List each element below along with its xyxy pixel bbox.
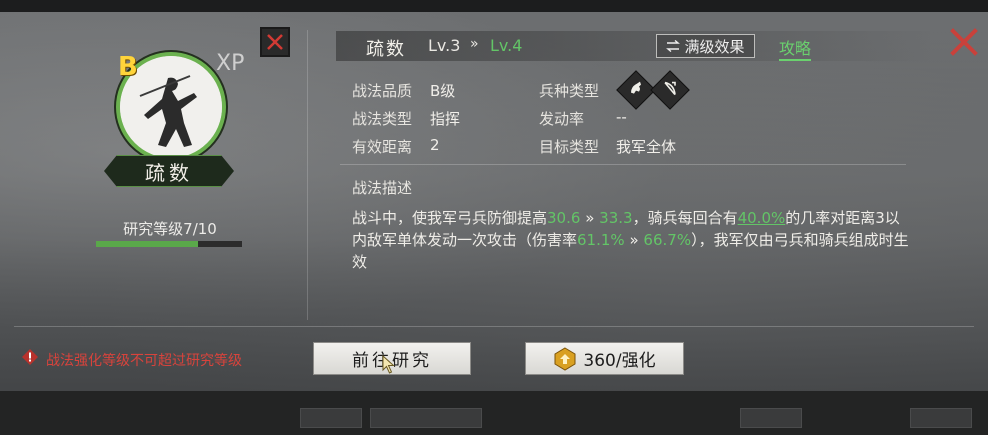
level-next: Lv.4 [490, 36, 523, 55]
description-text: 战斗中，使我军弓兵防御提高30.6 » 33.3，骑兵每回合有40.0%的几率对… [352, 207, 912, 273]
enhance-icon [554, 346, 576, 371]
desc-value: 33.3 [599, 209, 633, 227]
desc-value: 66.7% [643, 231, 692, 249]
quality-value: B级 [430, 82, 456, 100]
description-title: 战法描述 [352, 179, 413, 197]
section-divider [340, 164, 906, 165]
level-arrow: » [470, 36, 479, 52]
enhance-label: 360/强化 [583, 351, 656, 371]
desc-value: 40.0% [737, 209, 786, 227]
trigger-rate-label: 发动率 [539, 110, 585, 128]
bottom-bar [0, 391, 988, 435]
bottom-chip [740, 408, 802, 428]
level-current: Lv.3 [428, 36, 461, 55]
guide-link[interactable]: 攻略 [779, 35, 812, 61]
top-strip [0, 0, 988, 12]
cavalry-icon [631, 81, 641, 94]
warning-icon [21, 348, 39, 366]
research-level: 研究等级7/10 [0, 218, 340, 239]
troop-type-label: 兵种类型 [539, 82, 600, 100]
archer-icon [664, 81, 676, 96]
target-label: 目标类型 [539, 138, 600, 156]
quality-label: 战法品质 [352, 82, 413, 100]
research-level-label: 研究等级 [123, 220, 184, 238]
close-icon [950, 28, 978, 56]
skill-type-label: 战法类型 [352, 110, 413, 128]
trigger-rate-value: -- [616, 108, 627, 126]
research-progress-bar [96, 241, 242, 247]
research-level-value: 7/10 [183, 220, 217, 238]
range-value: 2 [430, 136, 440, 154]
max-effect-label: 满级效果 [684, 37, 745, 56]
skill-type-value: 指挥 [430, 110, 461, 128]
small-close-button[interactable] [260, 27, 290, 57]
desc-value: 61.1% [577, 231, 625, 249]
range-label: 有效距离 [352, 138, 413, 156]
column-divider [307, 30, 308, 320]
close-button[interactable] [948, 26, 980, 58]
desc-value: 30.6 [547, 209, 581, 227]
research-progress-fill [96, 241, 199, 247]
footer-divider [14, 326, 974, 327]
grade-badge: B [118, 52, 138, 82]
desc-arrow: » [629, 231, 639, 249]
desc-text-part: 战斗中，使我军弓兵防御提高 [352, 209, 548, 227]
close-icon [267, 34, 283, 50]
skill-tab-name[interactable]: 疏数 [366, 35, 406, 61]
xp-badge: XP [216, 51, 245, 76]
max-effect-button[interactable]: 满级效果 [656, 34, 755, 58]
bottom-chip [910, 408, 972, 428]
warning-text: 战法强化等级不可超过研究等级 [46, 353, 242, 369]
skill-name: 疏数 [145, 160, 193, 185]
bottom-chip [370, 408, 482, 428]
header-band [336, 31, 936, 61]
desc-text-part: ，骑兵每回合有 [632, 209, 738, 227]
desc-arrow: » [585, 209, 595, 227]
swap-icon [666, 40, 681, 52]
cursor-icon [382, 354, 396, 375]
enhance-button[interactable]: 360/强化 [525, 342, 684, 375]
skill-name-banner: 疏数 [104, 155, 234, 187]
bottom-chip [300, 408, 362, 428]
target-value: 我军全体 [616, 138, 677, 156]
